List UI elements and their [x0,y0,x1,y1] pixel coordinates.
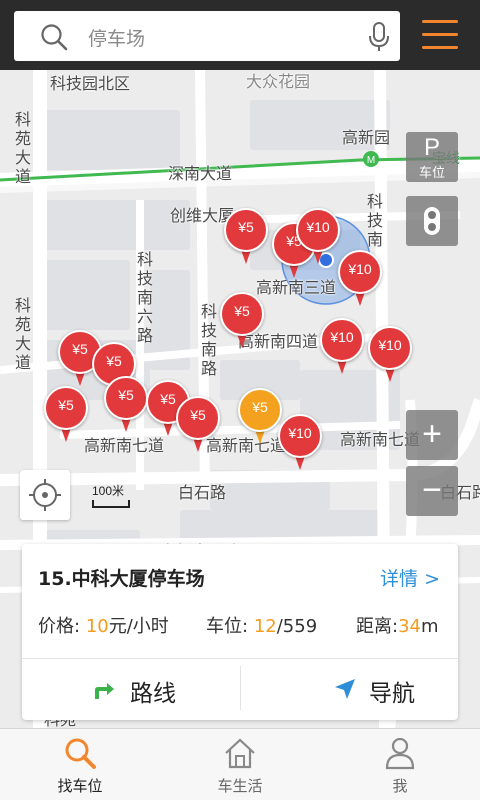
tab-car-life[interactable]: 车生活 [160,729,320,800]
parking-pin-price: ¥10 [306,219,330,235]
map-label-kejinan6: 科技南六路 [136,250,153,345]
parking-pin-price: ¥10 [330,329,354,345]
scale-label: 100米 [92,484,125,498]
route-icon [95,683,114,699]
traffic-light-icon [424,207,440,235]
parking-pin-price: ¥5 [106,353,122,369]
user-icon [385,737,415,770]
search-placeholder: 停车场 [88,28,146,50]
parking-pin-price: ¥5 [234,303,250,319]
parking-layer-label: 车位 [418,166,445,181]
parking-pin[interactable]: ¥5 [238,388,282,448]
bottom-tab-bar: 找车位 车生活 我 [0,728,480,800]
menu-button[interactable] [418,14,462,56]
parking-pin-price: ¥10 [348,261,372,277]
traffic-button[interactable] [406,196,458,246]
tab-label: 找车位 [57,777,103,795]
distance-value: 34 [398,616,421,637]
distance-label: 距离: [356,616,399,637]
search-icon [41,24,68,51]
parking-pin-price: ¥5 [252,399,268,415]
map-label-keyuan-mid: 科苑大道 [14,296,31,372]
parking-info-card[interactable]: 15.中科大厦停车场 详情 > 价格: 10元/小时 车位: 12/559 距离… [22,544,458,720]
route-button[interactable]: 路线 [22,659,240,720]
parking-title: 15.中科大厦停车场 [38,568,205,590]
navigate-button[interactable]: 导航 [241,659,458,720]
map-label-dazhong: 大众花园 [246,72,311,91]
spaces-total: /559 [276,616,318,637]
locate-button[interactable] [20,470,70,520]
home-icon [225,738,255,769]
tab-label: 车生活 [217,777,263,795]
search-icon [65,738,96,769]
locate-icon [29,479,61,511]
map-label-kejinan-right: 科技南 [366,192,383,249]
spaces-free: 12 [253,616,277,637]
parking-pin[interactable]: ¥5 [224,208,268,268]
parking-pin-price: ¥10 [378,337,402,353]
price-info: 价格: 10元/小时 [38,612,169,638]
navigation-arrow-icon [335,679,355,699]
search-input[interactable]: 停车场 [14,11,400,61]
parking-pin-price: ¥5 [58,397,74,413]
parking-pin[interactable]: ¥5 [176,396,220,456]
parking-pin[interactable]: ¥5 [220,292,264,352]
parking-pin[interactable]: ¥10 [278,414,322,474]
map-label-keji-north: 科技园北区 [50,74,131,93]
parking-layer-button[interactable]: P 车位 [406,132,458,182]
spaces-info: 车位: 12/559 [206,612,317,638]
menu-icon [422,20,458,23]
price-label: 价格: [38,616,81,637]
microphone-icon[interactable] [364,21,394,53]
map-label-shennan: 深南大道 [168,164,233,183]
scale-bar: 100米 [92,482,130,508]
zoom-in-button[interactable]: + [406,410,458,460]
price-value: 10 [85,616,109,637]
parking-pin[interactable]: ¥10 [320,318,364,378]
parking-pin-price: ¥5 [238,219,254,235]
spaces-label: 车位: [206,616,249,637]
parking-pin[interactable]: ¥5 [44,386,88,446]
details-link[interactable]: 详情 > [380,564,440,591]
tab-find-parking[interactable]: 找车位 [0,729,160,800]
map-label-kejinan-center: 科技南路 [200,302,217,378]
parking-pin[interactable]: ¥10 [368,326,412,386]
parking-icon: P [423,134,440,161]
route-label: 路线 [130,681,176,707]
top-bar: 停车场 [0,0,480,70]
parking-pin[interactable]: ¥10 [338,250,382,310]
map-label-gaoxinyuan: 高新园 [342,128,391,147]
zoom-out-button[interactable]: − [406,466,458,516]
parking-pin[interactable]: ¥10 [296,208,340,268]
distance-info: 距离:34m [356,612,439,638]
map-label-baishi-left: 白石路 [178,483,227,502]
parking-pin-price: ¥10 [288,425,312,441]
tab-me[interactable]: 我 [320,729,480,800]
parking-pin-price: ¥5 [118,387,134,403]
price-unit: 元/小时 [108,616,169,637]
parking-pin[interactable]: ¥5 [104,376,148,436]
distance-unit: m [420,616,439,637]
navigate-label: 导航 [369,681,415,707]
svg-text:M: M [367,155,375,166]
tab-label: 我 [392,777,408,795]
parking-pin-price: ¥5 [190,407,206,423]
map-label-keyuan-top: 科苑大道 [14,110,31,186]
